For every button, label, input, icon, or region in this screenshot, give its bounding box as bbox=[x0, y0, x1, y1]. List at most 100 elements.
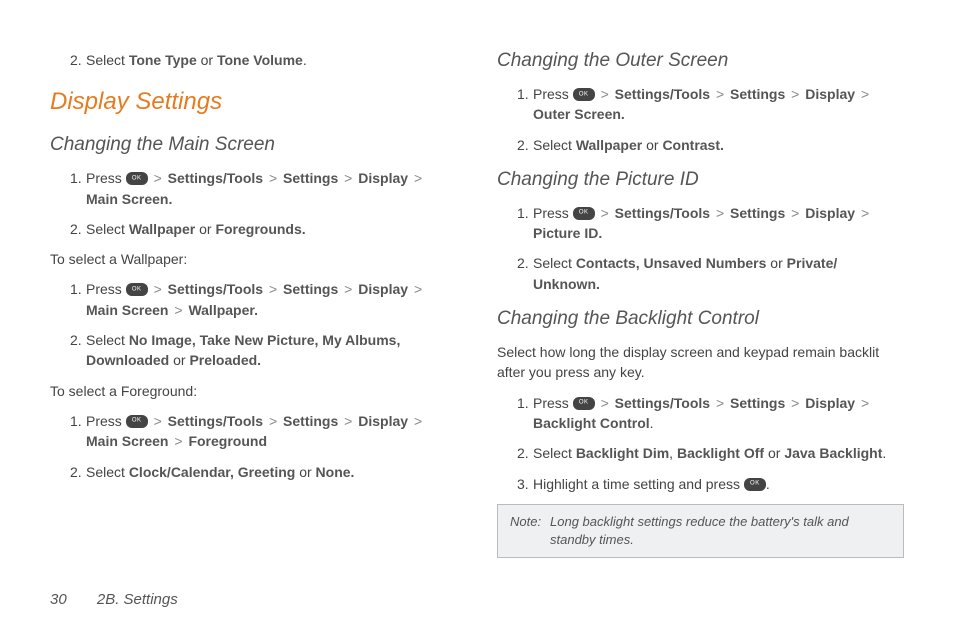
bold-text: Contrast. bbox=[662, 137, 723, 153]
wallpaper-intro: To select a Wallpaper: bbox=[50, 249, 457, 269]
ok-button-icon bbox=[573, 88, 595, 101]
item-number: 2. bbox=[517, 253, 529, 273]
bold-text: Foreground bbox=[188, 433, 267, 449]
outer-screen-steps: 1.Press > Settings/Tools > Settings > Di… bbox=[497, 84, 904, 155]
list-item: 2. Select Tone Type or Tone Volume. bbox=[70, 50, 457, 70]
bold-text: Java Backlight bbox=[784, 445, 882, 461]
text: Select bbox=[533, 445, 576, 461]
bold-text: Settings/Tools bbox=[168, 170, 263, 186]
subheading-backlight: Changing the Backlight Control bbox=[497, 308, 904, 330]
chevron: > bbox=[148, 281, 168, 297]
chevron: > bbox=[855, 205, 871, 221]
bold-text: Contacts, Unsaved Numbers bbox=[576, 255, 767, 271]
list-item: 1.Press > Settings/Tools > Settings > Di… bbox=[70, 279, 457, 320]
bold-text: Settings/Tools bbox=[615, 205, 710, 221]
bold-text: Tone Type bbox=[129, 52, 197, 68]
text: Select bbox=[86, 52, 129, 68]
bold-text: Settings bbox=[730, 395, 785, 411]
column-right: Changing the Outer Screen 1.Press > Sett… bbox=[497, 50, 904, 558]
text: Press bbox=[86, 413, 126, 429]
list-item: 2.Select Contacts, Unsaved Numbers or Pr… bbox=[517, 253, 904, 294]
ok-button-icon bbox=[573, 397, 595, 410]
chevron: > bbox=[148, 413, 168, 429]
page-footer: 30 2B. Settings bbox=[50, 591, 178, 608]
chevron: > bbox=[785, 205, 805, 221]
chevron: > bbox=[148, 170, 168, 186]
note-text: Long backlight settings reduce the batte… bbox=[550, 513, 891, 549]
chevron: > bbox=[263, 170, 283, 186]
chevron: > bbox=[710, 205, 730, 221]
text: Select bbox=[533, 137, 576, 153]
chevron: > bbox=[855, 86, 871, 102]
bold-text: Settings bbox=[730, 86, 785, 102]
item-number: 3. bbox=[517, 474, 529, 494]
chevron: > bbox=[263, 281, 283, 297]
item-number: 1. bbox=[70, 411, 82, 431]
bold-text: Settings/Tools bbox=[168, 281, 263, 297]
list-item: 2.Select No Image, Take New Picture, My … bbox=[70, 330, 457, 371]
item-number: 1. bbox=[70, 279, 82, 299]
chevron: > bbox=[710, 395, 730, 411]
text: or bbox=[295, 464, 315, 480]
bold-text: Settings bbox=[283, 413, 338, 429]
text: Select bbox=[86, 332, 129, 348]
item-number: 1. bbox=[517, 203, 529, 223]
text: Select bbox=[533, 255, 576, 271]
subheading-outer-screen: Changing the Outer Screen bbox=[497, 50, 904, 72]
text: Highlight a time setting and press bbox=[533, 476, 744, 492]
chevron: > bbox=[263, 413, 283, 429]
chevron: > bbox=[338, 170, 358, 186]
wallpaper-steps: 1.Press > Settings/Tools > Settings > Di… bbox=[50, 279, 457, 370]
bold-text: Display bbox=[358, 413, 408, 429]
tone-list: 2. Select Tone Type or Tone Volume. bbox=[50, 50, 457, 70]
chevron: > bbox=[408, 281, 424, 297]
text: Select bbox=[86, 221, 129, 237]
backlight-intro: Select how long the display screen and k… bbox=[497, 342, 904, 383]
bold-text: Display bbox=[805, 86, 855, 102]
item-number: 1. bbox=[70, 168, 82, 188]
item-number: 1. bbox=[517, 393, 529, 413]
chevron: > bbox=[338, 413, 358, 429]
chevron: > bbox=[408, 170, 424, 186]
bold-text: Settings/Tools bbox=[615, 395, 710, 411]
item-number: 1. bbox=[517, 84, 529, 104]
list-item: 1.Press > Settings/Tools > Settings > Di… bbox=[517, 203, 904, 244]
text: Press bbox=[533, 205, 573, 221]
text: Press bbox=[86, 281, 126, 297]
bold-text: Wallpaper bbox=[129, 221, 195, 237]
item-number: 2. bbox=[70, 50, 82, 70]
picture-id-steps: 1.Press > Settings/Tools > Settings > Di… bbox=[497, 203, 904, 294]
chevron: > bbox=[855, 395, 871, 411]
bold-text: Backlight Control bbox=[533, 415, 650, 431]
text: . bbox=[650, 415, 654, 431]
text: Select bbox=[86, 464, 129, 480]
list-item: 2.Select Clock/Calendar, Greeting or Non… bbox=[70, 462, 457, 482]
list-item: 2.Select Backlight Dim, Backlight Off or… bbox=[517, 443, 904, 463]
bold-text: Display bbox=[358, 281, 408, 297]
text: . bbox=[766, 476, 770, 492]
text: Press bbox=[86, 170, 126, 186]
bold-text: Backlight Off bbox=[677, 445, 764, 461]
chevron: > bbox=[595, 205, 615, 221]
bold-text: Settings bbox=[283, 281, 338, 297]
list-item: 2.Select Wallpaper or Foregrounds. bbox=[70, 219, 457, 239]
section-label: 2B. Settings bbox=[97, 591, 178, 608]
bold-text: Display bbox=[805, 205, 855, 221]
list-item: 3.Highlight a time setting and press . bbox=[517, 474, 904, 494]
chevron: > bbox=[168, 433, 188, 449]
text: . bbox=[303, 52, 307, 68]
bold-text: Main Screen bbox=[86, 433, 168, 449]
text: or bbox=[764, 445, 784, 461]
text: , bbox=[669, 445, 677, 461]
bold-text: Picture ID. bbox=[533, 225, 602, 241]
bold-text: Backlight Dim bbox=[576, 445, 669, 461]
item-number: 2. bbox=[517, 443, 529, 463]
page-number: 30 bbox=[50, 591, 67, 608]
bold-text: Preloaded. bbox=[189, 352, 261, 368]
chevron: > bbox=[408, 413, 424, 429]
item-number: 2. bbox=[70, 330, 82, 350]
text: or bbox=[195, 221, 215, 237]
item-number: 2. bbox=[70, 219, 82, 239]
bold-text: Clock/Calendar, Greeting bbox=[129, 464, 296, 480]
list-item: 2.Select Wallpaper or Contrast. bbox=[517, 135, 904, 155]
